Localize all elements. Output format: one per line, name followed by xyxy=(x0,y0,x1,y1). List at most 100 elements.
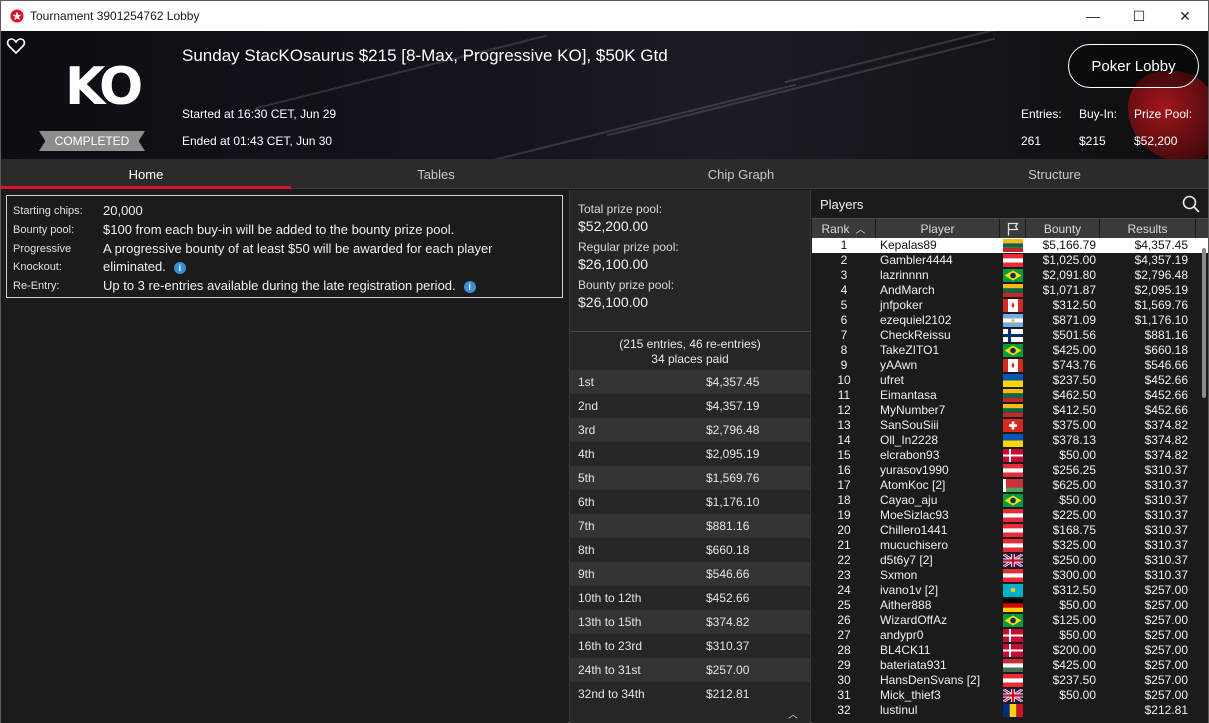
player-rank: 27 xyxy=(837,628,851,642)
player-row[interactable]: 8 TakeZITO1 $425.00 $660.18 xyxy=(812,343,1208,358)
player-rank: 13 xyxy=(837,418,851,432)
player-bounty: $2,091.80 xyxy=(1042,268,1096,282)
player-row[interactable]: 21 mucuchisero $325.00 $310.37 xyxy=(812,538,1208,553)
tab-home[interactable]: Home xyxy=(1,159,291,189)
player-result: $4,357.45 xyxy=(1134,238,1188,252)
player-row[interactable]: 1 Kepalas89 $5,166.79 $4,357.45 xyxy=(812,238,1208,253)
player-row[interactable]: 28 BL4CK11 $200.00 $257.00 xyxy=(812,643,1208,658)
column-flag[interactable] xyxy=(1000,219,1026,238)
payout-amount: $1,569.76 xyxy=(706,471,760,485)
player-bounty: $300.00 xyxy=(1052,568,1096,582)
player-flag xyxy=(1000,358,1026,373)
player-row[interactable]: 20 Chillero1441 $168.75 $310.37 xyxy=(812,523,1208,538)
kazakhstan-flag-icon xyxy=(1003,584,1023,597)
player-row[interactable]: 6 ezequiel2102 $871.09 $1,176.10 xyxy=(812,313,1208,328)
player-row[interactable]: 12 MyNumber7 $412.50 $452.66 xyxy=(812,403,1208,418)
player-row[interactable]: 10 ufret $237.50 $452.66 xyxy=(812,373,1208,388)
column-bounty[interactable]: Bounty xyxy=(1026,219,1100,238)
player-row[interactable]: 27 andypr0 $50.00 $257.00 xyxy=(812,628,1208,643)
player-result: $452.66 xyxy=(1144,403,1188,417)
info-icon[interactable]: i xyxy=(173,261,186,274)
tab-tables[interactable]: Tables xyxy=(291,159,581,189)
player-flag xyxy=(1000,508,1026,523)
player-row[interactable]: 24 ivano1v [2] $312.50 $257.00 xyxy=(812,583,1208,598)
player-row[interactable]: 4 AndMarch $1,071.87 $2,095.19 xyxy=(812,283,1208,298)
player-result: $212.81 xyxy=(1144,703,1188,717)
player-row[interactable]: 30 HansDenSvans [2] $237.50 $257.00 xyxy=(812,673,1208,688)
player-result: $546.66 xyxy=(1144,358,1188,372)
player-row[interactable]: 23 Sxmon $300.00 $310.37 xyxy=(812,568,1208,583)
player-rank: 30 xyxy=(837,673,851,687)
player-result: $310.37 xyxy=(1144,553,1188,567)
search-icon[interactable] xyxy=(1182,195,1200,213)
player-result: $1,176.10 xyxy=(1134,313,1188,327)
player-flag xyxy=(1000,658,1026,673)
info-icon[interactable]: i xyxy=(463,280,476,293)
player-row[interactable]: 18 Cayao_aju $50.00 $310.37 xyxy=(812,493,1208,508)
close-button[interactable]: ✕ xyxy=(1162,1,1208,31)
total-prize-value: $52,200.00 xyxy=(578,218,649,234)
player-row[interactable]: 17 AtomKoc [2] $625.00 $310.37 xyxy=(812,478,1208,493)
player-row[interactable]: 11 Eimantasa $462.50 $452.66 xyxy=(812,388,1208,403)
player-row[interactable]: 3 lazrinnnn $2,091.80 $2,796.48 xyxy=(812,268,1208,283)
player-row[interactable]: 19 MoeSizlac93 $225.00 $310.37 xyxy=(812,508,1208,523)
scroll-up-icon[interactable]: ︿ xyxy=(788,706,798,721)
player-result: $310.37 xyxy=(1144,463,1188,477)
minimize-button[interactable]: — xyxy=(1070,1,1116,31)
player-flag xyxy=(1000,583,1026,598)
player-row[interactable]: 13 SanSouSiii $375.00 $374.82 xyxy=(812,418,1208,433)
player-flag xyxy=(1000,643,1026,658)
regular-prize-label: Regular prize pool: xyxy=(578,240,679,254)
column-rank[interactable]: Rank ︿ xyxy=(812,219,876,238)
player-name: ivano1v [2] xyxy=(880,583,939,597)
payout-place: 32nd to 34th xyxy=(578,687,645,701)
player-row[interactable]: 14 Oll_In2228 $378.13 $374.82 xyxy=(812,433,1208,448)
maximize-button[interactable]: ☐ xyxy=(1116,1,1162,31)
flag-icon xyxy=(1007,222,1019,235)
player-row[interactable]: 32 lustinul $212.81 xyxy=(812,703,1208,718)
player-row[interactable]: 7 CheckReissu $501.56 $881.16 xyxy=(812,328,1208,343)
player-bounty: $325.00 xyxy=(1052,538,1096,552)
player-result: $257.00 xyxy=(1144,673,1188,687)
tab-chip-graph[interactable]: Chip Graph xyxy=(581,159,901,189)
denmark-flag-icon xyxy=(1003,449,1023,462)
player-row[interactable]: 31 Mick_thief3 $50.00 $257.00 xyxy=(812,688,1208,703)
players-list: 1 Kepalas89 $5,166.79 $4,357.45 2 Gambler4444… xyxy=(812,238,1208,718)
player-bounty: $125.00 xyxy=(1052,613,1096,627)
player-name: Kepalas89 xyxy=(880,238,937,252)
player-row[interactable]: 15 elcrabon93 $50.00 $374.82 xyxy=(812,448,1208,463)
tab-structure[interactable]: Structure xyxy=(901,159,1208,189)
player-rank: 22 xyxy=(837,553,851,567)
player-row[interactable]: 2 Gambler4444 $1,025.00 $4,357.19 xyxy=(812,253,1208,268)
player-result: $374.82 xyxy=(1144,418,1188,432)
player-flag xyxy=(1000,268,1026,283)
player-row[interactable]: 22 d5t6y7 [2] $250.00 $310.37 xyxy=(812,553,1208,568)
player-row[interactable]: 26 WizardOffAz $125.00 $257.00 xyxy=(812,613,1208,628)
player-row[interactable]: 5 jnfpoker $312.50 $1,569.76 xyxy=(812,298,1208,313)
column-results[interactable]: Results xyxy=(1100,219,1196,238)
player-name: d5t6y7 [2] xyxy=(880,553,933,567)
info-value: $100 from each buy-in will be added to t… xyxy=(103,222,455,237)
payout-amount: $452.66 xyxy=(706,591,750,605)
poker-lobby-button[interactable]: Poker Lobby xyxy=(1068,44,1199,88)
player-row[interactable]: 9 yAAwn $743.76 $546.66 xyxy=(812,358,1208,373)
player-row[interactable]: 16 yurasov1990 $256.25 $310.37 xyxy=(812,463,1208,478)
lithuania-flag-icon xyxy=(1003,284,1023,297)
player-bounty: $1,025.00 xyxy=(1042,253,1096,267)
switzerland-flag-icon xyxy=(1003,419,1023,432)
player-row[interactable]: 29 bateriata931 $425.00 $257.00 xyxy=(812,658,1208,673)
player-result: $310.37 xyxy=(1144,478,1188,492)
player-name: ufret xyxy=(880,373,905,387)
payout-amount: $660.18 xyxy=(706,543,750,557)
column-player[interactable]: Player xyxy=(876,219,1000,238)
player-result: $257.00 xyxy=(1144,613,1188,627)
player-flag xyxy=(1000,253,1026,268)
germany-flag-icon xyxy=(1003,599,1023,612)
players-scrollbar[interactable] xyxy=(1202,248,1206,398)
player-flag xyxy=(1000,598,1026,613)
player-flag xyxy=(1000,688,1026,703)
player-row[interactable]: 25 Aither888 $50.00 $257.00 xyxy=(812,598,1208,613)
denmark-flag-icon xyxy=(1003,644,1023,657)
player-name: Aither888 xyxy=(880,598,932,612)
favorite-heart-icon[interactable] xyxy=(6,36,26,56)
